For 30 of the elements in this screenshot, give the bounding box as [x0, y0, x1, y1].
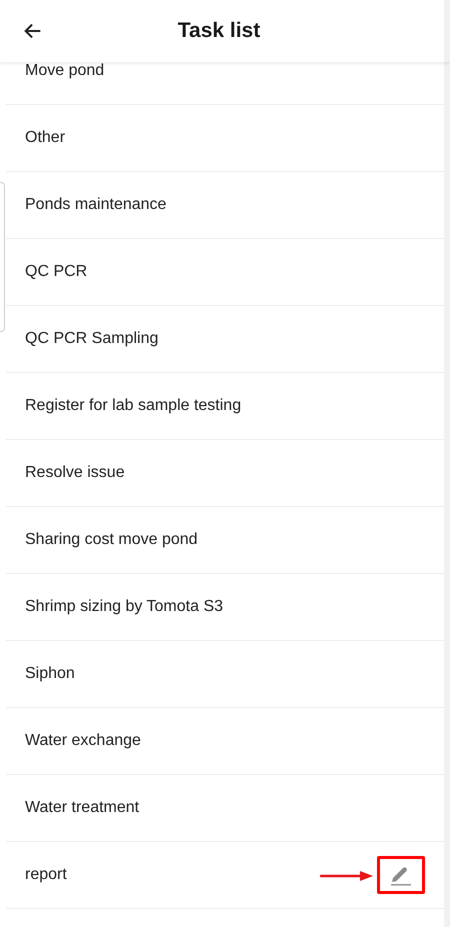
task-label: Siphon	[25, 664, 75, 684]
task-row[interactable]: Other	[6, 105, 444, 172]
task-row[interactable]: Resolve issue	[6, 440, 444, 507]
task-row[interactable]: Water exchange	[6, 708, 444, 775]
task-label: QC PCR	[25, 262, 88, 282]
task-row[interactable]: Water treatment	[6, 775, 444, 842]
task-label: Water exchange	[25, 731, 141, 751]
task-row[interactable]: QC PCR	[6, 239, 444, 306]
edit-button[interactable]	[377, 856, 425, 894]
page-title: Task list	[178, 18, 260, 44]
task-label: Resolve issue	[25, 463, 125, 483]
task-label: Sharing cost move pond	[25, 530, 198, 550]
task-label: report	[25, 865, 67, 885]
task-label: Water treatment	[25, 798, 140, 818]
task-label: Ponds maintenance	[25, 195, 166, 215]
task-label: Register for lab sample testing	[25, 396, 242, 416]
task-label: Shrimp sizing by Tomota S3	[25, 597, 224, 617]
task-label: Move pond	[25, 62, 104, 81]
task-label: QC PCR Sampling	[25, 329, 158, 349]
task-row[interactable]: Ponds maintenance	[6, 172, 444, 239]
task-row[interactable]: Shrimp sizing by Tomota S3	[6, 574, 444, 641]
arrow-annotation	[320, 870, 374, 882]
side-handle[interactable]	[0, 182, 5, 332]
task-row[interactable]: Siphon	[6, 641, 444, 708]
task-row[interactable]: QC PCR Sampling	[6, 306, 444, 373]
task-row[interactable]: Sharing cost move pond	[6, 507, 444, 574]
task-row[interactable]: Register for lab sample testing	[6, 373, 444, 440]
task-label: Other	[25, 128, 66, 148]
task-row[interactable]: report	[6, 842, 444, 909]
task-row[interactable]: Move pond	[6, 62, 444, 105]
